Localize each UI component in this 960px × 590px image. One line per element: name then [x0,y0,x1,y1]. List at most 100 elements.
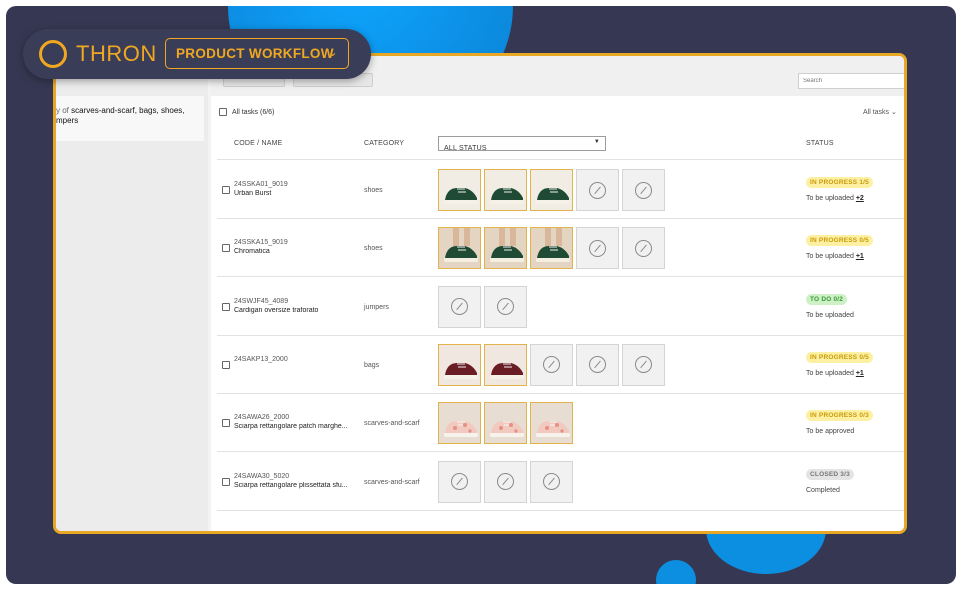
row-code: 24SWJF45_4089 [234,297,289,305]
asset-thumbnails [438,227,665,270]
status-detail-text: To be uploaded [806,253,854,261]
empty-asset-slot[interactable] [576,169,619,211]
asset-thumbnail[interactable] [484,169,527,211]
status-detail-text: To be uploaded [806,195,854,202]
status-badge: TO DO 0/2 [806,293,848,305]
empty-asset-slot[interactable] [622,343,665,386]
asset-thumbnails [438,402,573,445]
asset-thumbnail[interactable] [530,169,573,211]
asset-thumbnail[interactable] [438,169,481,211]
empty-asset-slot[interactable] [622,227,665,270]
row-name: Cardigan oversize traforato [234,306,319,314]
status-badge: IN PROGRESS 0/5 [806,351,873,363]
table-row[interactable]: 24SAWA30_5020 Sciarpa rettangolare plisse… [217,453,904,511]
table-row[interactable]: 24SAWA26_2000 Sciarpa rettangolare patch … [217,394,904,453]
table-row[interactable]: 24SSKA15_9019 Chromatica shoes IN PROGRESS … [217,219,904,278]
edit-pencil-icon [497,298,514,316]
edit-pencil-icon [589,239,606,257]
row-code: 24SAKP13_2000 [234,355,288,363]
asset-thumbnails [438,285,527,328]
status-detail-text: To be uploaded [806,369,854,377]
brand-header: THRON PRODUCT WORKFLOW ⌄ [23,29,371,79]
empty-asset-slot[interactable] [484,460,527,503]
status-detail-text: To be approved [806,428,855,436]
row-checkbox[interactable] [222,419,230,428]
task-filter-dropdown[interactable]: All tasks ⌄ [863,108,897,116]
column-code-name: CODE / NAME [234,140,283,147]
row-name: Sciarpa rettangolare patch marghe... [234,423,348,431]
chevron-down-icon: ⌄ [327,45,338,59]
row-category: jumpers [364,303,389,311]
edit-pencil-icon [635,239,652,257]
column-category: CATEGORY [364,140,405,147]
row-name: Urban Burst [234,190,272,197]
filter-values: scarves-and-scarf, bags, shoes, [71,106,185,115]
row-category: shoes [364,245,383,253]
more-tasks-link[interactable]: +1 [856,370,864,377]
row-checkbox[interactable] [222,477,230,486]
asset-thumbnail[interactable] [530,402,573,445]
empty-asset-slot[interactable] [530,343,573,386]
select-all-tasks[interactable]: All tasks (6/6) [219,108,274,116]
edit-pencil-icon [589,181,606,199]
more-tasks-link[interactable]: +2 [856,195,864,202]
row-checkbox[interactable] [222,360,230,369]
asset-thumbnail[interactable] [438,402,481,445]
filter-values-cont: mpers [56,116,79,125]
empty-asset-slot[interactable] [576,343,619,386]
status-filter-select[interactable]: ALL STATUS ▼ [438,136,606,152]
status-badge: CLOSED 3/3 [806,468,854,480]
edit-pencil-icon [451,298,468,316]
empty-asset-slot[interactable] [622,169,665,211]
logo-text: THRON [76,41,157,66]
status-detail: To be uploaded +1 [806,370,864,377]
table-row[interactable]: 24SSKA01_9019 Urban Burst shoes IN PROGRESS… [217,161,904,219]
status-badge: IN PROGRESS 1/5 [806,177,873,188]
chevron-down-icon: ⌄ [891,109,897,116]
row-category: shoes [364,187,383,194]
row-checkbox[interactable] [222,244,230,253]
more-tasks-link[interactable]: +1 [856,253,864,260]
edit-pencil-icon [543,356,560,374]
edit-pencil-icon [635,181,652,199]
filter-prefix: y of [56,106,69,115]
row-code: 24SAWA30_5020 [234,472,290,480]
table-header: CODE / NAME CATEGORY ALL STATUS ▼ STATUS [217,132,904,160]
status-filter-value: ALL STATUS [444,145,487,152]
asset-thumbnails [438,343,665,386]
edit-pencil-icon [543,473,560,490]
status-detail: To be uploaded [806,312,854,319]
status-detail: To be uploaded +1 [806,253,864,260]
asset-thumbnail[interactable] [438,227,481,270]
empty-asset-slot[interactable] [576,227,619,270]
product-workflow-button[interactable]: PRODUCT WORKFLOW ⌄ [165,38,349,69]
asset-thumbnail[interactable] [484,402,527,445]
category-filter-summary[interactable]: y of scarves-and-scarf, bags, shoes, mpe… [56,96,204,141]
row-checkbox[interactable] [222,302,230,311]
sidebar: y of scarves-and-scarf, bags, shoes, mpe… [56,56,208,531]
search-input[interactable] [798,73,904,89]
asset-thumbnail[interactable] [484,227,527,270]
status-detail: To be approved [806,428,854,435]
table-row[interactable]: 24SAKP13_2000 bags IN PROGRESS 0/5 To be up… [217,336,904,394]
caret-down-icon: ▼ [593,139,600,145]
empty-asset-slot[interactable] [438,460,481,503]
edit-pencil-icon [451,473,468,490]
row-category: scarves-and-scarf [364,420,420,428]
empty-asset-slot[interactable] [484,285,527,328]
status-detail-text: Completed [806,486,840,494]
empty-asset-slot[interactable] [530,460,573,503]
row-code: 24SSKA01_9019 [234,181,288,188]
row-checkbox[interactable] [222,186,230,194]
asset-thumbnails [438,460,573,503]
asset-thumbnail[interactable] [484,343,527,386]
select-all-checkbox[interactable] [219,108,227,116]
status-detail: Completed [806,487,840,494]
thron-logo-icon [39,40,67,68]
asset-thumbnail[interactable] [530,227,573,270]
asset-thumbnails [438,169,665,211]
empty-asset-slot[interactable] [438,285,481,328]
table-row[interactable]: 24SWJF45_4089 Cardigan oversize traforato… [217,278,904,336]
asset-thumbnail[interactable] [438,343,481,386]
all-tasks-label: All tasks (6/6) [232,108,275,116]
